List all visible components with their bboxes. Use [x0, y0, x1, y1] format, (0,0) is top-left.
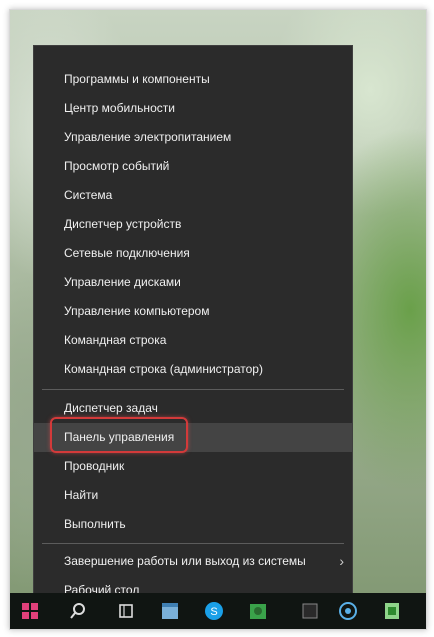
- menu-item-mobility-center[interactable]: Центр мобильности: [34, 94, 352, 123]
- menu-item-command-prompt[interactable]: Командная строка: [34, 326, 352, 355]
- menu-item-command-prompt-admin[interactable]: Командная строка (администратор): [34, 355, 352, 384]
- menu-item-programs-features[interactable]: Программы и компоненты: [34, 65, 352, 94]
- task-view-icon[interactable]: [116, 601, 136, 621]
- menu-item-device-manager[interactable]: Диспетчер устройств: [34, 210, 352, 239]
- menu-item-event-viewer[interactable]: Просмотр событий: [34, 152, 352, 181]
- menu-item-search[interactable]: Найти: [34, 481, 352, 510]
- spreadsheet-icon[interactable]: [382, 601, 402, 621]
- skype-icon[interactable]: S: [204, 601, 224, 621]
- menu-separator: [42, 389, 344, 390]
- search-icon[interactable]: [68, 601, 88, 621]
- menu-item-file-explorer[interactable]: Проводник: [34, 452, 352, 481]
- menu-item-run[interactable]: Выполнить: [34, 510, 352, 539]
- media-icon[interactable]: [300, 601, 320, 621]
- menu-item-computer-management[interactable]: Управление компьютером: [34, 297, 352, 326]
- menu-item-shutdown-signout[interactable]: Завершение работы или выход из системы ›: [34, 547, 352, 576]
- menu-item-network-connections[interactable]: Сетевые подключения: [34, 239, 352, 268]
- menu-item-power-options[interactable]: Управление электропитанием: [34, 123, 352, 152]
- winx-context-menu: Программы и компоненты Центр мобильности…: [33, 45, 353, 597]
- screenshot-frame: Программы и компоненты Центр мобильности…: [9, 9, 427, 630]
- windows-start-icon[interactable]: [22, 603, 38, 619]
- control-panel-highlight-outline: [50, 417, 188, 453]
- taskbar: S: [10, 593, 426, 629]
- svg-text:S: S: [210, 606, 217, 618]
- menu-item-disk-management[interactable]: Управление дисками: [34, 268, 352, 297]
- store-icon[interactable]: [160, 601, 180, 621]
- menu-item-label: Завершение работы или выход из системы: [64, 554, 306, 568]
- menu-item-system[interactable]: Система: [34, 181, 352, 210]
- menu-separator: [42, 543, 344, 544]
- game-icon[interactable]: [248, 601, 268, 621]
- chevron-right-icon: ›: [339, 553, 344, 569]
- browser-icon[interactable]: [338, 601, 358, 621]
